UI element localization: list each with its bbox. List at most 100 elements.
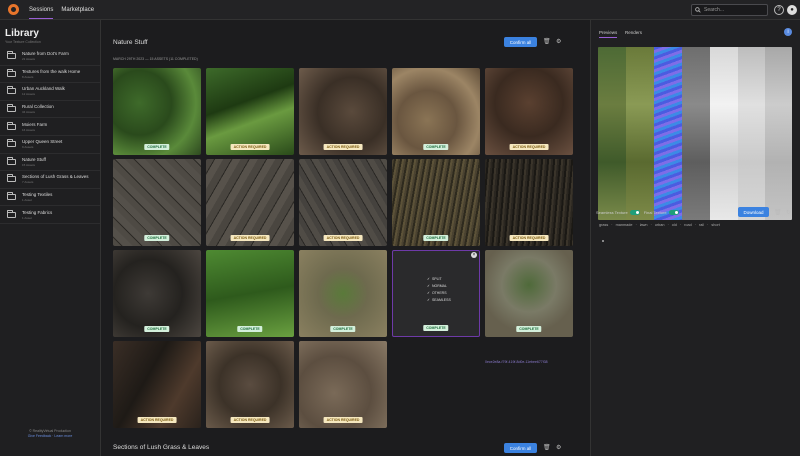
footer-links[interactable]: Give Feedback · Learn more <box>0 434 100 439</box>
sidebar-item-count: 21 Assets <box>22 57 36 62</box>
texture-card[interactable]: ACTION REQUIRED <box>299 341 387 428</box>
tag-chip[interactable]: grass <box>599 223 608 227</box>
download-button[interactable]: Download <box>738 207 769 217</box>
confirm-all-button[interactable]: Confirm all <box>504 37 537 47</box>
collection-list: Nature from Dot's Farm 21 Assets Textures … <box>0 48 100 224</box>
texture-card[interactable]: COMPLETE <box>113 250 201 337</box>
sidebar-item-count: 7 Assets <box>22 180 34 185</box>
tag-chip[interactable]: rail <box>699 223 704 227</box>
search-icon <box>695 7 701 13</box>
status-badge: ACTION REQUIRED <box>323 417 363 423</box>
sidebar-item[interactable]: Nature Stuff 15 Assets <box>0 154 100 172</box>
texture-card[interactable]: COMPLETE <box>299 250 387 337</box>
tag-chip[interactable]: short <box>711 223 719 227</box>
sidebar-item-count: 8 Assets <box>22 74 34 79</box>
search-input[interactable] <box>704 7 764 13</box>
folder-icon <box>7 86 16 95</box>
folder-icon <box>7 104 16 113</box>
tag-chip[interactable]: manmade <box>616 223 633 227</box>
sidebar-item[interactable]: Testing Fabrics 1 Asset <box>0 206 100 224</box>
texture-card[interactable]: ACTION REQUIRED <box>299 68 387 155</box>
sidebar-item-label: Rural Collection <box>22 104 54 110</box>
texture-card[interactable]: ACTION REQUIRED <box>206 159 294 246</box>
texture-card[interactable]: ACTION REQUIRED <box>206 68 294 155</box>
sidebar-item[interactable]: Urban Auckland Walk 12 Assets <box>0 83 100 101</box>
folder-icon <box>7 68 16 77</box>
tag-chip[interactable]: urban <box>655 223 665 227</box>
texture-card[interactable]: COMPLETE <box>392 68 480 155</box>
selected-asset-id[interactable]: 0ece2e8a-f79f-419f-8d0e-11ebee677f38 <box>485 360 548 364</box>
library-sidebar: Library Your Texture Collection Nature f… <box>0 20 101 456</box>
tag-list: grass · manmade · lawn · urban · old · road · rail · s… <box>599 223 723 227</box>
settings-icon[interactable]: ⚙ <box>556 38 561 45</box>
tag-chip[interactable]: old <box>672 223 677 227</box>
checkmark-icon: ✓ <box>427 277 430 281</box>
tab-renders[interactable]: Renders <box>625 30 642 35</box>
texture-card-selected[interactable]: × ✓ SPLIT ✓ NORMAL ✓ OTHERS ✓ SEAMLESS COMPLETE <box>392 250 480 337</box>
texture-map-preview <box>598 47 792 220</box>
tag-chip[interactable]: lawn <box>640 223 648 227</box>
settings-icon[interactable]: ⚙ <box>556 444 561 451</box>
help-icon[interactable]: ? <box>774 5 784 15</box>
sidebar-item-label: Textures from the walk Home <box>22 68 81 74</box>
status-badge: ACTION REQUIRED <box>230 417 270 423</box>
texture-card[interactable]: COMPLETE <box>113 68 201 155</box>
texture-card[interactable]: ACTION REQUIRED <box>485 159 573 246</box>
texture-card[interactable]: COMPLETE <box>206 250 294 337</box>
texture-card[interactable]: ACTION REQUIRED <box>299 159 387 246</box>
folder-icon <box>7 156 16 165</box>
check-item: ✓ SEAMLESS <box>427 298 451 302</box>
tag-separator: · <box>679 223 682 227</box>
status-badge: ACTION REQUIRED <box>137 417 177 423</box>
tag-separator: · <box>611 223 613 227</box>
tag-chip[interactable]: road <box>684 223 692 227</box>
trash-icon[interactable]: 🗑 <box>543 38 551 45</box>
sidebar-item[interactable]: Upper Queen Street 9 Assets <box>0 136 100 154</box>
texture-toggles: Seamless Texture Final Texture <box>596 210 683 215</box>
checkmark-icon: ✓ <box>427 291 430 295</box>
texture-card[interactable]: ACTION REQUIRED <box>485 68 573 155</box>
tab-sessions[interactable]: Sessions <box>29 5 54 19</box>
info-icon[interactable]: i <box>784 28 792 36</box>
section-meta: MARCH 29TH 2023 — 15 ASSETS (11 COMPLETE… <box>113 57 198 61</box>
check-item: ✓ OTHERS <box>427 291 447 295</box>
check-item: ✓ SPLIT <box>427 277 442 281</box>
trash-icon[interactable]: 🗑 <box>543 444 551 451</box>
status-badge: COMPLETE <box>237 326 263 332</box>
folder-icon <box>7 209 16 218</box>
trash-icon[interactable]: 🗑 <box>774 209 782 216</box>
texture-card[interactable]: COMPLETE <box>392 159 480 246</box>
sidebar-item-label: Sections of Lush Grass & Leaves <box>22 174 89 180</box>
tag-separator: · <box>707 223 709 227</box>
refresh-icon[interactable]: ↻ <box>786 209 791 216</box>
sidebar-item-label: Testing Textiles <box>22 192 53 198</box>
status-badge: ACTION REQUIRED <box>323 235 363 241</box>
texture-card[interactable]: ACTION REQUIRED <box>206 341 294 428</box>
tag-separator: · <box>667 223 669 227</box>
tag-separator: · <box>650 223 652 227</box>
status-badge: COMPLETE <box>330 326 356 332</box>
sidebar-item[interactable]: Nature from Dot's Farm 21 Assets <box>0 48 100 66</box>
status-badge: COMPLETE <box>423 144 449 150</box>
sidebar-item-count: 16 Assets <box>22 127 36 132</box>
seamless-toggle[interactable] <box>629 210 640 215</box>
sidebar-item[interactable]: Sections of Lush Grass & Leaves 7 Assets <box>0 171 100 189</box>
sidebar-item[interactable]: Moiers Farm 16 Assets <box>0 118 100 136</box>
confirm-all-button-2[interactable]: Confirm all <box>504 443 537 453</box>
sidebar-item-count: 1 Asset <box>22 198 32 203</box>
close-icon[interactable]: × <box>471 252 477 258</box>
tab-marketplace[interactable]: Marketplace <box>61 5 94 15</box>
sidebar-item[interactable]: Rural Collection 34 Assets <box>0 101 100 119</box>
tab-previews[interactable]: Previews <box>599 30 618 38</box>
sidebar-item[interactable]: Textures from the walk Home 8 Assets <box>0 66 100 84</box>
status-badge: COMPLETE <box>423 235 449 241</box>
sidebar-item[interactable]: Testing Textiles 1 Asset <box>0 189 100 207</box>
user-avatar-icon[interactable]: ● <box>787 5 797 15</box>
texture-card[interactable]: COMPLETE <box>113 159 201 246</box>
final-texture-toggle[interactable] <box>668 210 679 215</box>
texture-card[interactable]: ACTION REQUIRED <box>113 341 201 428</box>
search-field[interactable] <box>691 4 768 16</box>
sidebar-item-label: Nature Stuff <box>22 156 46 162</box>
sidebar-item-label: Urban Auckland Walk <box>22 86 65 92</box>
texture-card[interactable]: COMPLETE <box>485 250 573 337</box>
